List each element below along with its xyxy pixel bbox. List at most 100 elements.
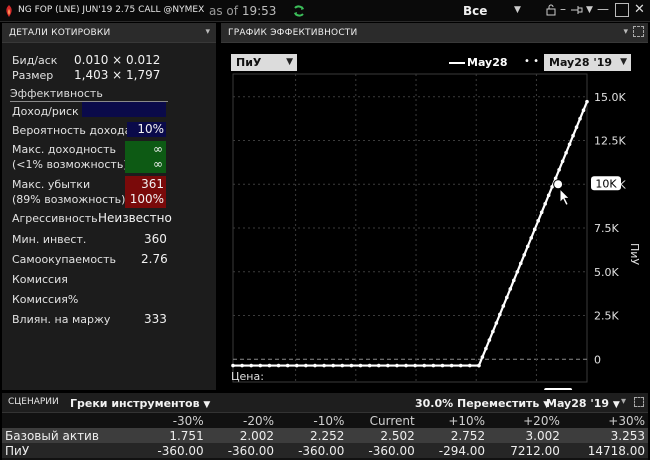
- resize-icon[interactable]: [615, 3, 629, 17]
- chevron-down-icon[interactable]: ▼: [586, 5, 593, 15]
- sync-icon[interactable]: [292, 4, 306, 18]
- y-tick-label: 2.5K: [594, 310, 619, 323]
- max-profit-value: ∞: [153, 142, 163, 156]
- series-point: [285, 363, 290, 368]
- separator-icon: –: [560, 2, 566, 16]
- column-header: +20%: [488, 413, 563, 428]
- chart-panel-title: ГРАФИК ЭФФЕКТИВНОСТИ: [228, 28, 358, 38]
- minimize-icon[interactable]: —: [597, 2, 609, 16]
- performance-chart-panel: ГРАФИК ЭФФЕКТИВНОСТИ ▾ ПиУ ▼ May28 • • M…: [221, 23, 648, 390]
- table-cell: 2.502: [347, 428, 418, 443]
- chevron-down-icon[interactable]: ▼: [514, 5, 521, 15]
- quote-details-header: ДЕТАЛИ КОТИРОВКИ ▾: [2, 23, 216, 43]
- price-axis-label: Цена:: [231, 370, 264, 383]
- series-point: [395, 363, 399, 368]
- column-header: [2, 413, 137, 428]
- aggressiveness-label: Агрессивность: [12, 212, 98, 225]
- series-point: [477, 363, 481, 368]
- size-label: Размер: [12, 69, 54, 82]
- exchange-icon: [3, 4, 15, 18]
- chevron-down-icon[interactable]: ▾: [621, 396, 626, 407]
- income-risk-label: Доход/риск: [12, 105, 79, 118]
- max-loss-value: 361: [141, 177, 164, 191]
- scenarios-tab[interactable]: СЦЕНАРИИ: [8, 397, 59, 407]
- scenario-date-dropdown[interactable]: May28 '19 ▼: [546, 397, 620, 410]
- group-selector[interactable]: Все: [463, 4, 487, 18]
- y-tick-label: 5.0K: [594, 266, 619, 279]
- series-point: [349, 363, 354, 368]
- pnl-chart[interactable]: 15.0K12.5K10.0K7.5K5.0K2.5K0 2.002.252.5…: [221, 43, 648, 390]
- series-point: [511, 278, 516, 283]
- table-cell: 14718.00: [562, 443, 648, 458]
- series-point: [304, 363, 308, 368]
- table-cell: 3.253: [562, 428, 648, 443]
- instrument-title: NG FOP (LNE) JUN'19 2.75 CALL @NYMEX: [18, 5, 205, 15]
- window-titlebar: NG FOP (LNE) JUN'19 2.75 CALL @NYMEX as …: [0, 0, 650, 22]
- series-point: [498, 312, 502, 317]
- series-point: [508, 287, 513, 291]
- series-point: [231, 363, 235, 368]
- y-axis-label: ПиУ: [628, 243, 641, 265]
- chevron-down-icon[interactable]: ▾: [623, 27, 628, 37]
- expand-icon[interactable]: [633, 26, 644, 37]
- max-loss-sublabel: (89% возможность): [12, 193, 126, 206]
- column-header: +30%: [562, 413, 648, 428]
- table-cell: 2.002: [206, 428, 278, 443]
- y-tick-label: 7.5K: [594, 222, 619, 235]
- series-point: [468, 363, 472, 368]
- series-point: [386, 363, 390, 368]
- table-cell: 3.002: [488, 428, 563, 443]
- series-point: [458, 363, 463, 368]
- cursor-x-value: 3.09: [546, 389, 571, 390]
- table-cell: -360.00: [347, 443, 418, 458]
- series-point: [404, 363, 408, 368]
- table-row[interactable]: Базовый актив 1.751 2.002 2.252 2.502 2.…: [2, 428, 648, 443]
- close-icon[interactable]: ✕: [634, 2, 645, 17]
- lock-icon[interactable]: [546, 4, 556, 19]
- max-profit-label: Макс. доходность: [12, 143, 116, 156]
- scenarios-header-row: -30% -20% -10% Current +10% +20% +30%: [2, 413, 648, 428]
- chevron-down-icon[interactable]: ▾: [205, 27, 210, 37]
- series-point: [376, 363, 381, 368]
- table-cell: -360.00: [206, 443, 278, 458]
- greeks-dropdown[interactable]: Греки инструментов ▼: [70, 397, 210, 410]
- table-cell: -360.00: [277, 443, 348, 458]
- aggressiveness-value: Неизвестно: [98, 211, 172, 225]
- series-point: [567, 142, 572, 147]
- series-point: [487, 338, 492, 342]
- cursor-y-value: 10K: [595, 177, 617, 190]
- table-cell: 2.752: [417, 428, 489, 443]
- profit-probability-value: 10%: [137, 122, 164, 136]
- scenarios-table: -30% -20% -10% Current +10% +20% +30% Ба…: [2, 413, 648, 458]
- size-value: 1,403 × 1,797: [74, 68, 161, 82]
- shift-dropdown-label: 30.0% Переместить: [415, 397, 540, 410]
- min-invest-label: Мин. инвест.: [12, 233, 87, 246]
- table-row[interactable]: ПиУ -360.00 -360.00 -360.00 -360.00 -294…: [2, 443, 648, 458]
- series-point: [557, 167, 561, 172]
- bid-ask-value: 0.010 × 0.012: [74, 53, 161, 67]
- y-tick-label: 12.5K: [594, 135, 626, 148]
- series-point: [322, 363, 326, 368]
- series-point: [422, 363, 427, 368]
- quote-details-panel: ДЕТАЛИ КОТИРОВКИ ▾ Бид/аск 0.010 × 0.012…: [2, 23, 216, 390]
- greeks-dropdown-label: Греки инструментов: [70, 397, 200, 410]
- series-point: [258, 363, 263, 368]
- shift-dropdown[interactable]: 30.0% Переместить ▼: [415, 397, 550, 410]
- max-loss-box: 361 100%: [125, 176, 166, 208]
- series-point: [585, 99, 589, 104]
- series-point: [267, 363, 272, 368]
- row-label: Базовый актив: [2, 428, 137, 443]
- y-axis-ticks: 15.0K12.5K10.0K7.5K5.0K2.5K0: [594, 91, 626, 367]
- series-point: [581, 108, 586, 112]
- column-header: +10%: [417, 413, 489, 428]
- as-of-time: 19:53: [241, 4, 277, 18]
- max-profit-box: ∞ ∞: [125, 141, 166, 173]
- series-point: [331, 363, 335, 368]
- series-point: [505, 295, 509, 300]
- bid-ask-label: Бид/аск: [12, 54, 58, 67]
- table-cell: 7212.00: [488, 443, 563, 458]
- row-label: ПиУ: [2, 443, 137, 458]
- column-header: -10%: [277, 413, 348, 428]
- pin-icon[interactable]: [570, 4, 584, 19]
- expand-icon[interactable]: [634, 397, 644, 407]
